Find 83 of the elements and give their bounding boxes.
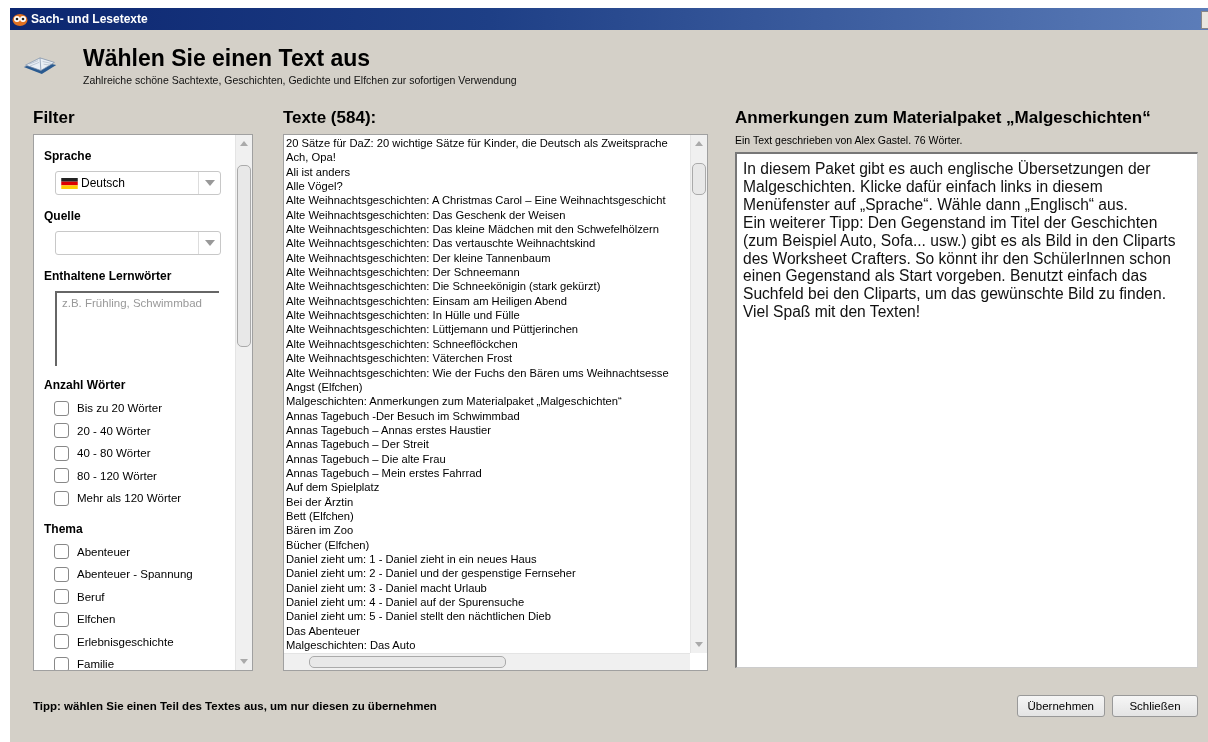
- filter-heading: Filter: [33, 108, 76, 129]
- text-list-item[interactable]: Das Abenteuer: [286, 623, 690, 639]
- notes-meta: Ein Text geschrieben von Alex Gastel. 76 Wörter.: [735, 134, 964, 146]
- checkbox[interactable]: [54, 468, 69, 484]
- text-list-item[interactable]: Alte Weihnachtsgeschichten: A Christmas Carol – Eine Weihnachtsgeschicht: [286, 193, 690, 208]
- checkbox[interactable]: [54, 544, 69, 560]
- text-list-item[interactable]: Daniel zieht um: 5 - Daniel stellt den nächtlichen Dieb: [286, 609, 690, 624]
- text-list-item[interactable]: Ali ist anders: [286, 164, 690, 180]
- learning-words-field[interactable]: z.B. Frühling, Schwimmbad: [55, 291, 219, 366]
- page-title: Wählen Sie einen Text aus: [83, 45, 372, 72]
- language-label: Sprache: [44, 149, 93, 163]
- checkbox[interactable]: [54, 566, 69, 582]
- text-list-item[interactable]: Alte Weihnachtsgeschichten: Der kleine Tannenbaum: [286, 250, 690, 266]
- flag-icon: [61, 177, 78, 189]
- learning-words-label: Enthaltene Lernwörter: [44, 269, 173, 283]
- checkbox[interactable]: [54, 611, 69, 627]
- text-list-item[interactable]: Alte Weihnachtsgeschichten: Die Schneekönigin (stark gekürzt): [286, 279, 690, 294]
- checkbox-label: Beruf: [77, 590, 105, 603]
- checkbox-label: 40 - 80 Wörter: [77, 447, 151, 460]
- checkbox-label: 20 - 40 Wörter: [77, 424, 151, 437]
- checkbox[interactable]: [54, 490, 69, 506]
- text-list-item[interactable]: Bücher (Elfchen): [286, 537, 690, 552]
- text-list-item[interactable]: Alle Vögel?: [286, 179, 690, 194]
- text-list-item[interactable]: Malgeschichten: Anmerkungen zum Materialpaket „Malgeschichten“: [286, 394, 690, 409]
- source-label: Quelle: [44, 209, 82, 223]
- notes-heading: Anmerkungen zum Materialpaket „Malgeschichten“: [735, 108, 1152, 128]
- text-list-item[interactable]: Alte Weihnachtsgeschichten: Väterchen Frost: [286, 351, 690, 366]
- checkbox[interactable]: [54, 634, 69, 650]
- group-label: Thema: [44, 521, 84, 536]
- checkbox-label: Bis zu 20 Wörter: [77, 402, 162, 415]
- text-list-item[interactable]: Malgeschichten: Das Auto: [286, 638, 690, 653]
- text-list-item[interactable]: Alte Weihnachtsgeschichten: Das kleine Mädchen mit den Schwefelhölzern: [286, 222, 690, 237]
- text-list-item[interactable]: Annas Tagebuch – Annas erstes Haustier: [286, 422, 690, 438]
- text-list-item[interactable]: Alte Weihnachtsgeschichten: Lüttjemann und Püttjerinchen: [286, 322, 690, 337]
- text-list-item[interactable]: Alte Weihnachtsgeschichten: Schneeflöckchen: [286, 336, 690, 352]
- horizontal-scrollbar[interactable]: [284, 653, 690, 670]
- apply-button[interactable]: Übernehmen: [1016, 695, 1105, 717]
- text-list-item[interactable]: Ach, Opa!: [286, 150, 690, 165]
- tip-text: Tipp: wählen Sie einen Teil des Textes aus, um nur diesen zu übernehmen: [33, 700, 437, 712]
- page-subtitle: Zahlreiche schöne Sachtexte, Geschichten, Gedichte und Elfchen zur sofortigen Verwendung: [83, 74, 517, 86]
- text-list-item[interactable]: Auf dem Spielplatz: [286, 480, 690, 495]
- texts-heading: Texte (584):: [283, 108, 378, 129]
- text-list-item[interactable]: Annas Tagebuch – Die alte Frau: [286, 451, 690, 466]
- checkbox-label: Erlebnisgeschichte: [77, 635, 174, 648]
- text-list-item[interactable]: Daniel zieht um: 1 - Daniel zieht in ein neues Haus: [286, 551, 690, 567]
- dropdown-arrow-icon: [204, 180, 215, 186]
- checkbox[interactable]: [54, 589, 69, 605]
- group-label: Anzahl Wörter: [44, 378, 127, 392]
- vertical-scrollbar[interactable]: [235, 135, 252, 670]
- text-list-item[interactable]: Bären im Zoo: [286, 523, 690, 538]
- text-list-item[interactable]: Bei der Ärztin: [286, 494, 690, 509]
- text-list-item[interactable]: Angst (Elfchen): [286, 379, 690, 395]
- checkbox-label: Mehr als 120 Wörter: [77, 492, 182, 505]
- checkbox-label: Abenteuer: [77, 545, 131, 558]
- dropdown-arrow-icon: [204, 240, 215, 246]
- text-list-item[interactable]: Daniel zieht um: 4 - Daniel auf der Spurensuche: [286, 595, 690, 610]
- notes-text: In diesem Paket gibt es auch englische Übersetzungen der Malgeschichten. Klicke dafür einfach links in diesem Menüfenster auf „Sprache“. Wähle dann „Englisch“ aus. Ein weiterer Tipp: Den Gegenstand im Titel der Geschichten (zum Beispiel Auto, Sofa... usw.) gibt es als Bild in den Cliparts des Worksheet Crafters. So könnt ihr den SchülerInnen schon einen Gegenstand als Start vorgeben. Benutzt einfach das Suchfeld bei den Cliparts, um das gewünschte Bild zu finden. Viel Spaß mit den Texten!: [735, 152, 1198, 668]
- checkbox[interactable]: [54, 656, 69, 670]
- text-list-item[interactable]: Annas Tagebuch – Mein erstes Fahrrad: [286, 465, 690, 481]
- text-list-item[interactable]: Alte Weihnachtsgeschichten: Das Geschenk der Weisen: [286, 207, 690, 223]
- text-list-item[interactable]: Daniel zieht um: 3 - Daniel macht Urlaub: [286, 580, 690, 595]
- checkbox[interactable]: [54, 423, 69, 439]
- checkbox-label: Abenteuer - Spannung: [77, 568, 193, 581]
- text-list-item[interactable]: Alte Weihnachtsgeschichten: In Hülle und Fülle: [286, 308, 690, 323]
- text-list-item[interactable]: Alte Weihnachtsgeschichten: Wie der Fuchs den Bären ums Weihnachtsesse: [286, 365, 690, 380]
- checkbox-label: Familie: [77, 658, 115, 670]
- text-list-item[interactable]: Alte Weihnachtsgeschichten: Der Schneemann: [286, 265, 690, 280]
- language-dropdown[interactable]: Deutsch: [55, 171, 221, 195]
- text-list-item[interactable]: Alte Weihnachtsgeschichten: Einsam am Heiligen Abend: [286, 293, 690, 309]
- vertical-scrollbar[interactable]: [690, 135, 707, 653]
- checkbox-label: Elfchen: [77, 613, 116, 626]
- text-list-item[interactable]: Annas Tagebuch – Der Streit: [286, 437, 690, 452]
- checkbox[interactable]: [54, 445, 69, 461]
- text-list-item[interactable]: Alte Weihnachtsgeschichten: Das vertauschte Weihnachtskind: [286, 236, 690, 251]
- checkbox[interactable]: [54, 400, 69, 416]
- text-list-item[interactable]: Daniel zieht um: 2 - Daniel und der gespenstige Fernseher: [286, 566, 690, 581]
- close-dialog-button[interactable]: Schließen: [1112, 695, 1198, 717]
- window-title: Sach- und Lesetexte: [31, 12, 148, 26]
- text-list-item[interactable]: Bett (Elfchen): [286, 508, 690, 524]
- text-list-item[interactable]: 20 Sätze für DaZ: 20 wichtige Sätze für Kinder, die Deutsch als Zweitsprache: [286, 136, 690, 151]
- text-list-item[interactable]: Annas Tagebuch -Der Besuch im Schwimmbad: [286, 408, 690, 423]
- checkbox-label: 80 - 120 Wörter: [77, 469, 157, 482]
- owl-icon: [12, 12, 28, 26]
